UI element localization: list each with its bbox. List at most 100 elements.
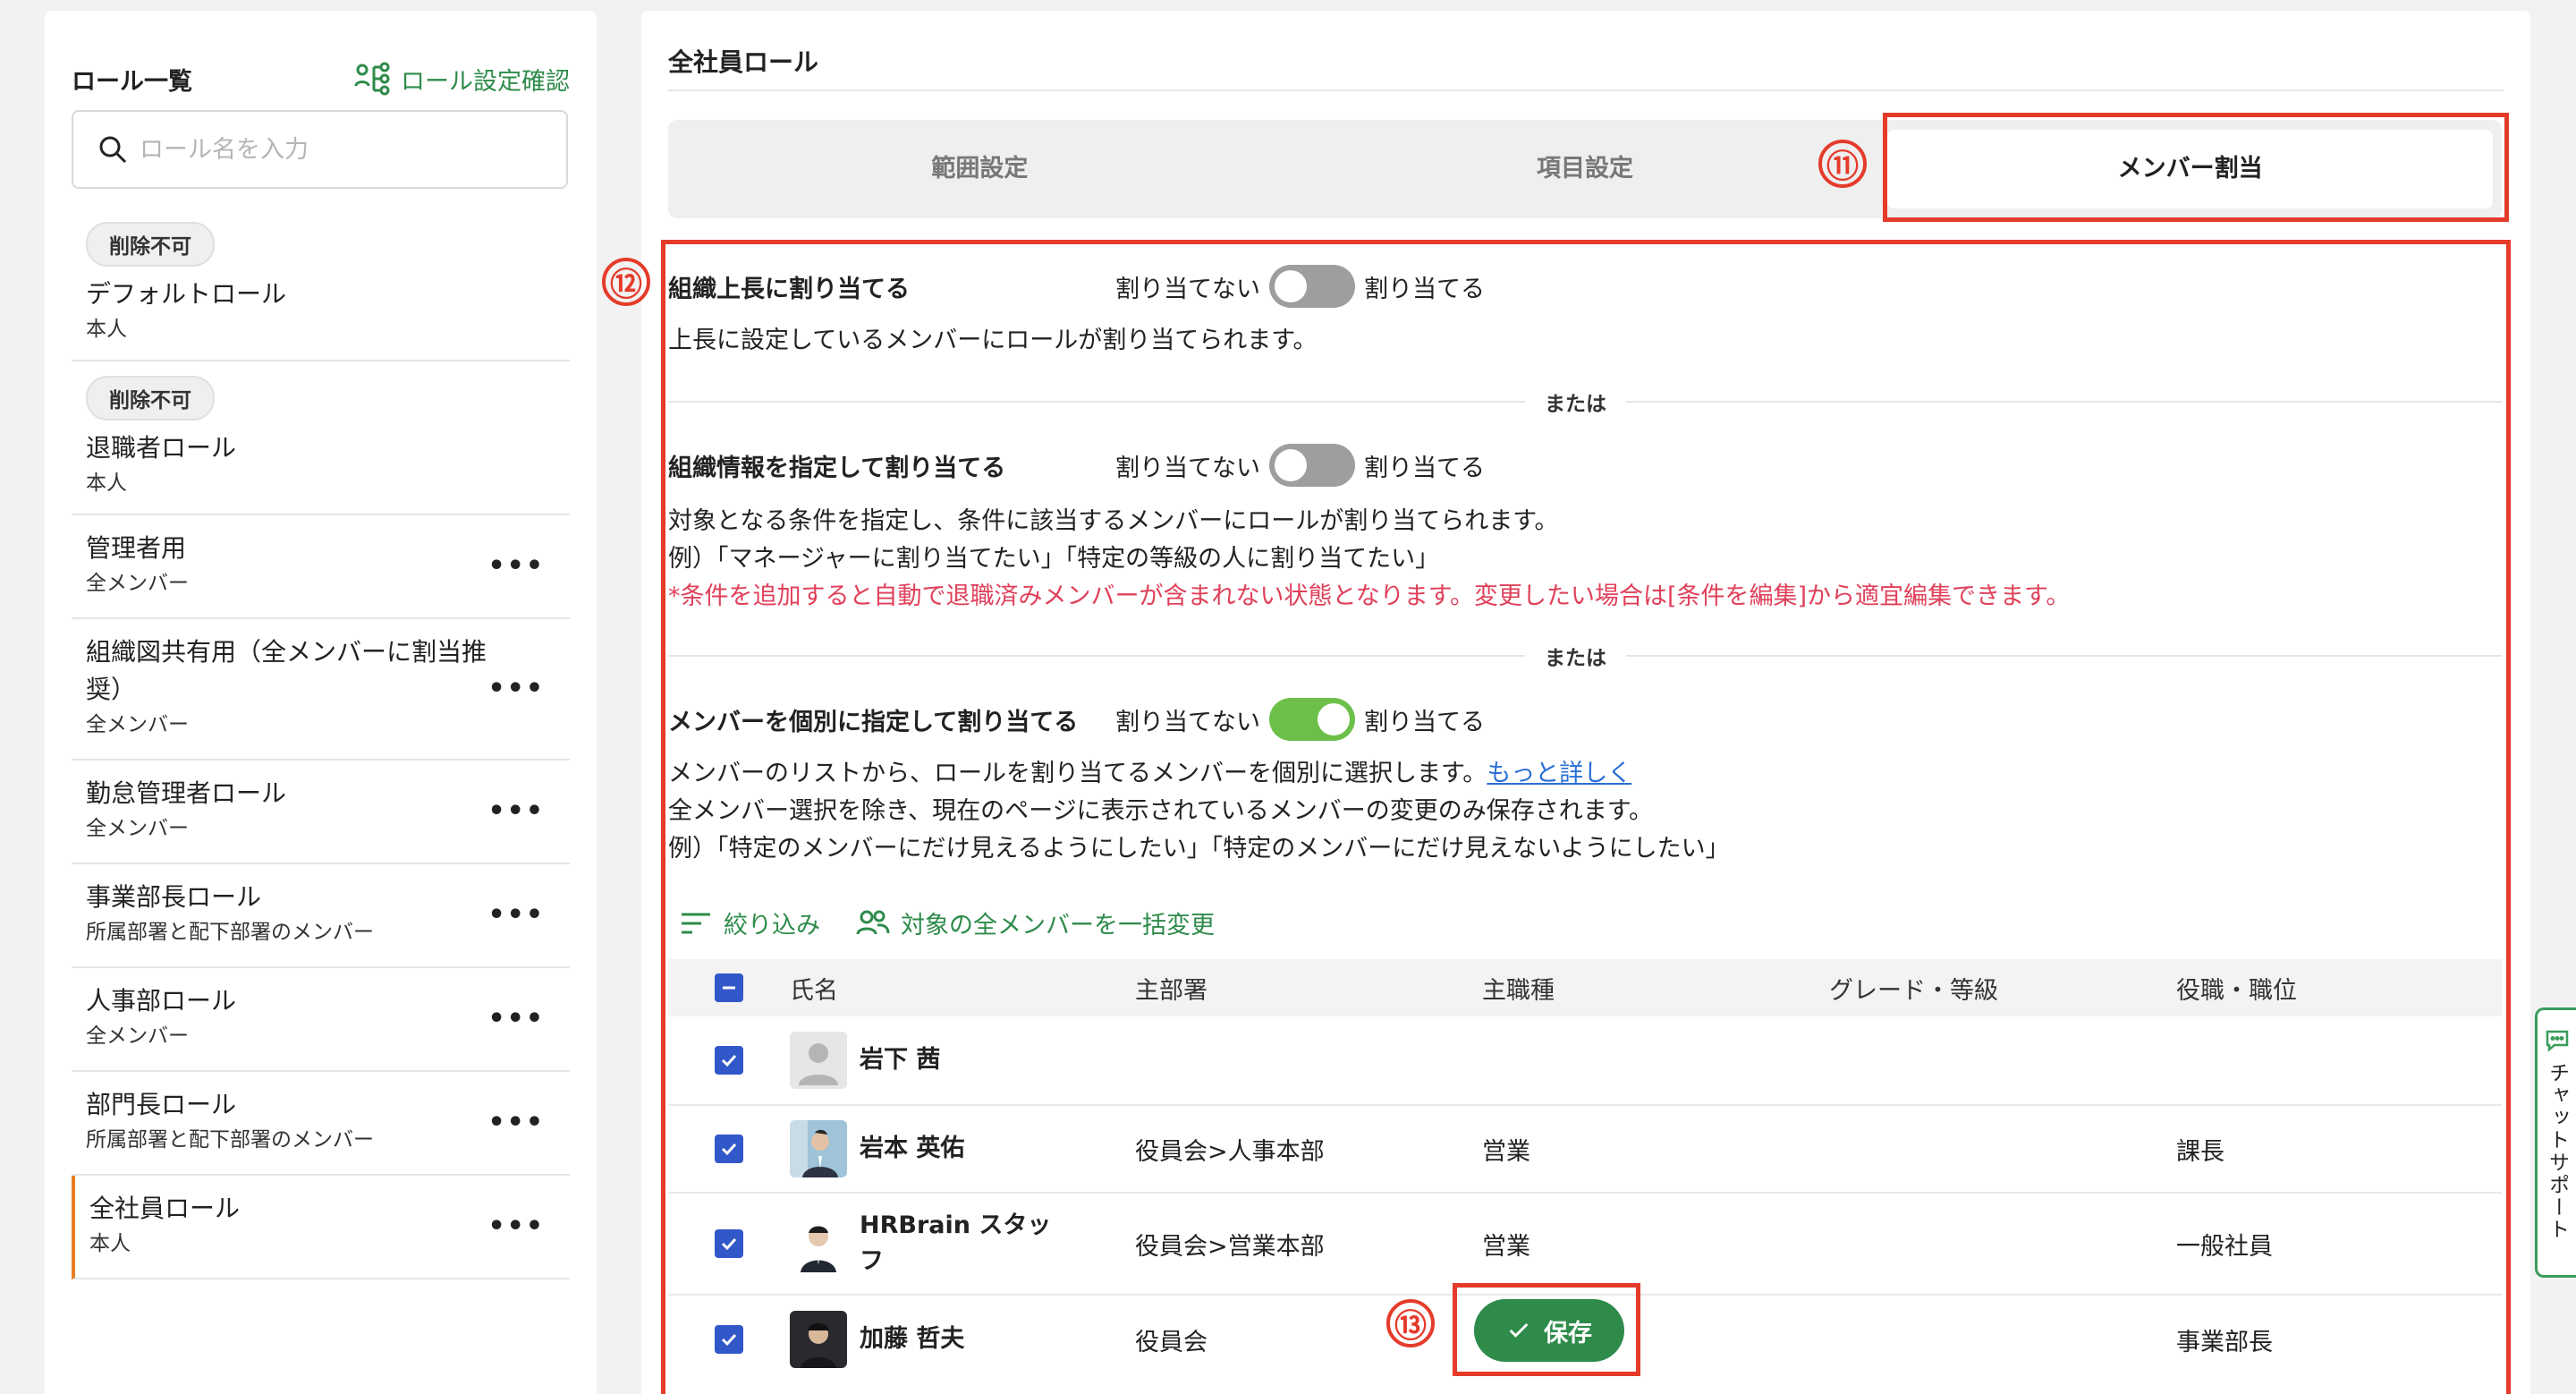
more-options-icon[interactable]: •••: [487, 1006, 545, 1033]
check-icon: [721, 1143, 737, 1156]
table-actions: 絞り込み 対象の全メンバーを一括変更: [679, 905, 1215, 940]
org-tree-icon: [354, 62, 390, 96]
warning-text: *条件を追加すると自動で退職済みメンバーが含まれない状態となります。変更したい場…: [668, 582, 2071, 610]
role-item-default[interactable]: 削除不可 デフォルトロール 本人: [72, 208, 570, 361]
role-search-box[interactable]: [72, 110, 568, 189]
role-scope: 本人: [86, 318, 127, 341]
column-header-job: 主職種: [1482, 976, 1555, 1005]
member-name: HRBrain スタッフ: [860, 1211, 1052, 1275]
member-job: 営業: [1482, 1232, 1530, 1261]
member-position: 一般社員: [2176, 1232, 2273, 1261]
undeletable-badge: 削除不可: [86, 222, 215, 267]
or-label: または: [1525, 387, 1626, 417]
row-check-cell: [668, 1229, 790, 1258]
section-example: 例）「マネージャーに割り当てたい」「特定の等級の人に割り当てたい」: [668, 545, 1440, 573]
toggle-off-label: 割り当てない: [1115, 708, 1260, 736]
member-name-cell: HRBrain スタッフ: [790, 1208, 1135, 1279]
table-row: HRBrain スタッフ 役員会>営業本部 営業 一般社員: [668, 1194, 2502, 1296]
avatar: [790, 1215, 847, 1272]
search-icon: [99, 136, 127, 164]
avatar: [790, 1311, 847, 1368]
role-item-org-chart[interactable]: 組織図共有用（全メンバーに割当推奨） 全メンバー •••: [72, 619, 570, 761]
member-dept: 役員会>営業本部: [1135, 1232, 1325, 1261]
row-checkbox[interactable]: [715, 1046, 743, 1075]
more-options-icon[interactable]: •••: [487, 902, 545, 929]
role-item-retired[interactable]: 削除不可 退職者ロール 本人: [72, 361, 570, 515]
check-icon: [721, 1333, 737, 1347]
section-description: 上長に設定しているメンバーにロールが割り当てられます。: [668, 327, 1318, 354]
or-label: または: [1525, 641, 1626, 671]
more-details-link[interactable]: もっと詳しく: [1487, 760, 1631, 787]
section-note: 全メンバー選択を除き、現在のページに表示されているメンバーの変更のみ保存されます…: [668, 797, 1654, 825]
role-item-attendance[interactable]: 勤怠管理者ロール 全メンバー •••: [72, 761, 570, 864]
tab-field-settings[interactable]: 項目設定: [1283, 130, 1888, 208]
member-name-cell: 岩下 茜: [790, 1032, 1135, 1089]
section-example: 例）「特定のメンバーにだけ見えるようにしたい」「特定のメンバーにだけ見えないよう…: [668, 835, 1730, 863]
section-title: 組織情報を指定して割り当てる: [668, 454, 1006, 482]
section-supervisor-assign: 組織上長に割り当てる 割り当てない 割り当てる: [668, 265, 1485, 308]
select-all-checkbox[interactable]: [715, 973, 743, 1002]
more-options-icon[interactable]: •••: [487, 676, 545, 702]
org-info-assign-toggle[interactable]: [1269, 444, 1355, 487]
more-options-icon[interactable]: •••: [487, 1109, 545, 1136]
member-job: 営業: [1482, 1137, 1530, 1166]
chat-support-tab[interactable]: チャットサポート: [2535, 1007, 2576, 1278]
role-item-admin[interactable]: 管理者用 全メンバー •••: [72, 515, 570, 619]
toggle-on-label: 割り当てる: [1364, 708, 1485, 736]
role-name: 退職者ロール: [86, 433, 237, 463]
toggle-knob: [1275, 449, 1307, 481]
member-position: 課長: [2176, 1137, 2224, 1166]
role-item-all-employees[interactable]: 全社員ロール 本人 •••: [72, 1176, 570, 1279]
role-list: 削除不可 デフォルトロール 本人 削除不可 退職者ロール 本人 管理者用 全メン…: [72, 208, 570, 1279]
filter-button[interactable]: 絞り込み: [679, 905, 820, 940]
role-scope: 本人: [86, 472, 127, 495]
member-name: 岩本 英佑: [860, 1135, 965, 1162]
member-name: 岩下 茜: [860, 1046, 941, 1074]
row-checkbox[interactable]: [715, 1135, 743, 1163]
member-dept: 役員会>人事本部: [1135, 1137, 1325, 1166]
save-button[interactable]: 保存: [1474, 1299, 1624, 1362]
row-checkbox[interactable]: [715, 1229, 743, 1258]
supervisor-assign-toggle[interactable]: [1269, 265, 1355, 308]
toggle-knob: [1275, 270, 1307, 302]
row-checkbox[interactable]: [715, 1325, 743, 1354]
member-position: 事業部長: [2176, 1328, 2273, 1356]
role-name: 管理者用: [86, 533, 187, 563]
role-list-title: ロール一覧: [72, 67, 192, 96]
role-name: 全社員ロール: [89, 1194, 241, 1223]
role-item-hr[interactable]: 人事部ロール 全メンバー •••: [72, 968, 570, 1072]
column-header-dept: 主部署: [1135, 976, 1208, 1005]
tab-scope-settings[interactable]: 範囲設定: [677, 130, 1283, 208]
section-individual-assign: メンバーを個別に指定して割り当てる 割り当てない 割り当てる: [668, 698, 1485, 741]
role-name: 部門長ロール: [86, 1090, 237, 1119]
role-name: 勤怠管理者ロール: [86, 778, 287, 808]
person-photo-icon: [790, 1120, 847, 1177]
check-icon: [721, 1237, 737, 1251]
page-title: 全社員ロール: [668, 47, 819, 77]
save-label: 保存: [1544, 1319, 1592, 1347]
table-header: 氏名 主部署 主職種 グレード・等級 役職・職位: [668, 959, 2502, 1016]
more-options-icon[interactable]: •••: [487, 553, 545, 580]
table-row: 岩下 茜: [668, 1016, 2502, 1106]
role-scope: 全メンバー: [86, 713, 189, 736]
section-org-info-assign: 組織情報を指定して割り当てる 割り当てない 割り当てる: [668, 444, 1485, 487]
annotation-number-11: ⑪: [1818, 140, 1867, 188]
more-options-icon[interactable]: •••: [487, 798, 545, 825]
bulk-change-button[interactable]: 対象の全メンバーを一括変更: [856, 905, 1215, 940]
role-search-input[interactable]: [140, 135, 533, 164]
section-description: 対象となる条件を指定し、条件に該当するメンバーにロールが割り当てられます。: [668, 507, 1559, 535]
column-header-position: 役職・職位: [2176, 976, 2297, 1005]
undeletable-badge: 削除不可: [86, 376, 215, 421]
person-photo-icon: [790, 1311, 847, 1368]
toggle-off-label: 割り当てない: [1115, 454, 1260, 482]
role-item-dept-head[interactable]: 部門長ロール 所属部署と配下部署のメンバー •••: [72, 1072, 570, 1176]
more-options-icon[interactable]: •••: [487, 1213, 545, 1240]
row-check-cell: [668, 1325, 790, 1354]
role-settings-check-label: ロール設定確認: [401, 67, 570, 96]
role-name: デフォルトロール: [86, 279, 287, 309]
role-item-division-head[interactable]: 事業部長ロール 所属部署と配下部署のメンバー •••: [72, 864, 570, 968]
role-settings-check-link[interactable]: ロール設定確認: [354, 61, 570, 97]
check-icon: [721, 1054, 737, 1067]
individual-assign-toggle[interactable]: [1269, 698, 1355, 741]
filter-label: 絞り込み: [724, 912, 820, 939]
